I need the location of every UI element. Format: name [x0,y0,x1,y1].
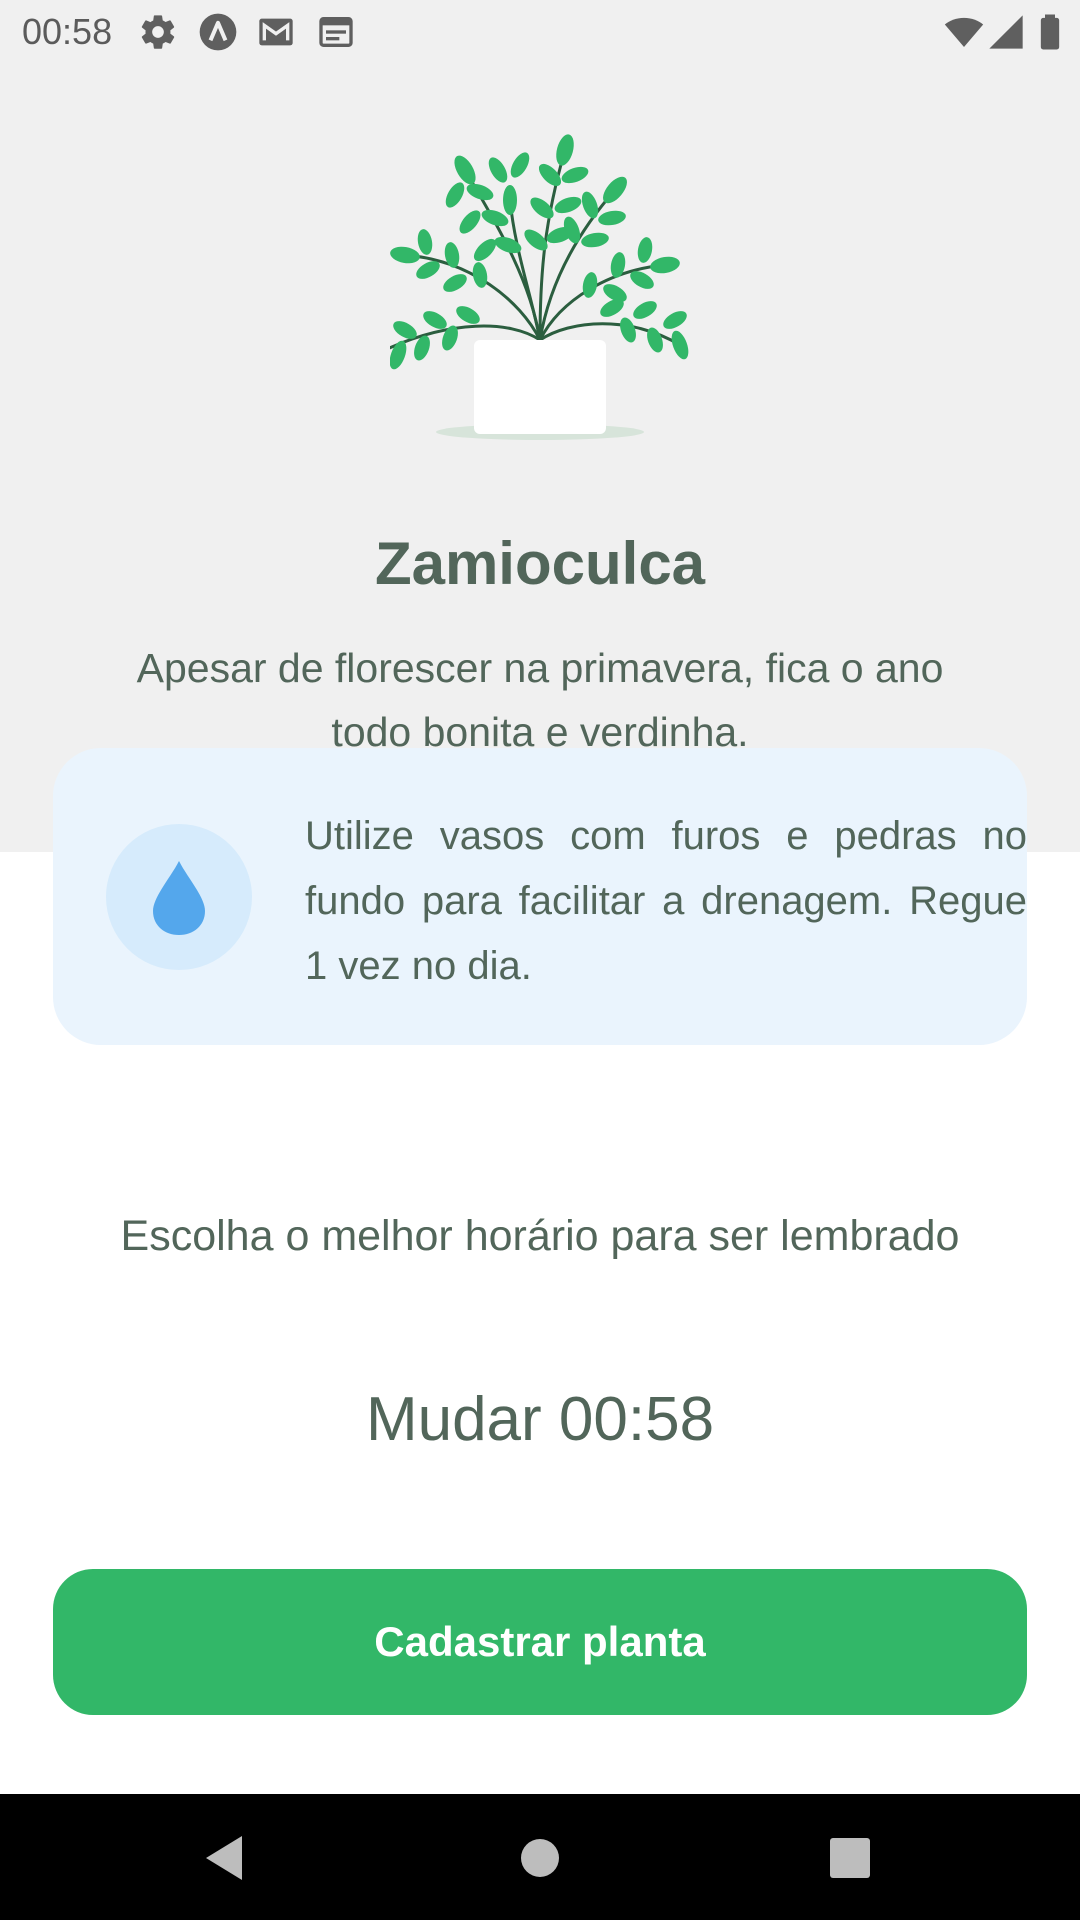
waterdrop-icon-container [106,824,252,970]
plant-name: Zamioculca [374,530,706,597]
status-time: 00:58 [22,11,113,52]
status-bar: 00:58 [0,0,1080,64]
water-tip-text: Utilize vasos com furos e pedras no fund… [305,814,1027,988]
reminder-label: Escolha o melhor horário para ser lembra… [120,1212,960,1260]
recents-icon[interactable] [818,1826,882,1890]
wifi-icon [944,12,984,52]
app-a-icon [198,12,238,52]
home-icon[interactable] [508,1826,572,1890]
gmail-icon [256,12,296,52]
potted-plant-illustration [383,130,690,446]
waterdrop-icon [153,861,205,935]
save-plant-button[interactable]: Cadastrar planta [53,1569,1027,1715]
plant-about: Apesar de florescer na primavera, fica o… [136,645,944,755]
back-icon[interactable] [192,1826,256,1890]
change-time-button[interactable]: Mudar 00:58 [0,1380,1080,1460]
calendar-icon [316,12,356,52]
battery-icon [1030,12,1070,52]
settings-icon [138,12,178,52]
signal-icon [986,12,1026,52]
navigation-bar [0,1794,1080,1920]
plant-info-header: 00:58 Zamioculca Apesar de florescer na … [0,0,1080,852]
plant-save-screen: 00:58 Zamioculca Apesar de florescer na … [0,0,1080,1920]
water-tip-card: Utilize vasos com furos e pedras no fund… [53,748,1027,1045]
